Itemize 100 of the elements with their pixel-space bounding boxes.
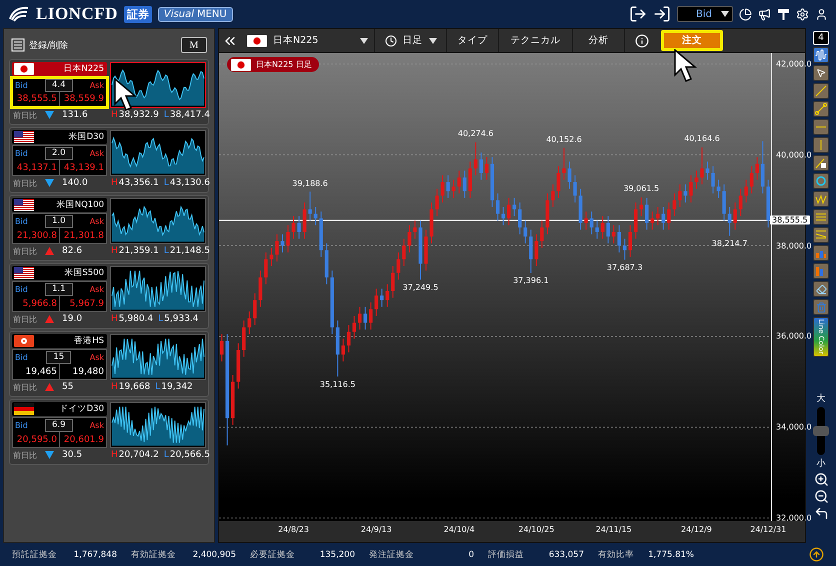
axis-label: 24/10/25 xyxy=(518,525,554,534)
bid-price[interactable]: 5,966.8 xyxy=(13,298,59,309)
candlestick xyxy=(270,247,274,267)
quote-panel[interactable]: Bid 1.0 Ask 21,300.8 21,301.8 xyxy=(12,213,107,244)
instrument-card[interactable]: 日本N225 Bid 4.4 Ask 38,555.5 38,559.9 前日比 131.6 H 38,932.9 L38,417.4 xyxy=(9,59,209,125)
fan-lines-icon[interactable] xyxy=(813,227,829,243)
candlestick xyxy=(264,252,268,285)
instrument-card[interactable]: ドイツD30 Bid 6.9 Ask 20,595.0 20,601.9 前日比 30.5 H 20,704.2 L20,566.5 xyxy=(9,399,209,465)
high-label: H xyxy=(111,110,118,120)
zoom-small-label: 小 xyxy=(816,458,826,470)
zoom-large-label: 大 xyxy=(816,392,826,405)
bid-price[interactable]: 21,300.8 xyxy=(13,230,59,241)
toolbar-button[interactable]: テクニカル xyxy=(499,29,573,52)
waveform-icon[interactable] xyxy=(813,47,829,63)
quote-panel[interactable]: Bid 1.1 Ask 5,966.8 5,967.9 xyxy=(12,281,107,312)
instrument-name: 香港HS xyxy=(74,335,104,347)
candlestick xyxy=(744,179,748,203)
high-label: H xyxy=(111,246,118,256)
megaphone-icon[interactable] xyxy=(758,8,771,20)
list-icon xyxy=(11,38,25,52)
price-annotation: 40,274.6 xyxy=(458,129,494,138)
info-icon[interactable] xyxy=(635,34,649,48)
quote-panel[interactable]: Bid 15 Ask 19,465 19,480 xyxy=(12,349,107,380)
bid-price[interactable]: 38,555.5 xyxy=(13,94,59,104)
toolbar-button[interactable]: 分析 xyxy=(573,29,625,52)
bar-chart-icon[interactable] xyxy=(813,245,829,261)
ask-price[interactable]: 20,601.9 xyxy=(60,434,106,445)
ask-price[interactable]: 43,139.1 xyxy=(60,162,106,173)
candlestick xyxy=(275,234,279,262)
candlestick xyxy=(529,229,533,274)
quote-panel[interactable]: Bid 2.0 Ask 43,137.1 43,139.1 xyxy=(12,145,107,176)
instrument-card[interactable]: 香港HS Bid 15 Ask 19,465 19,480 前日比 55 H 19,668 L19,342 xyxy=(9,331,209,397)
instrument-card[interactable]: 米国D30 Bid 2.0 Ask 43,137.1 43,139.1 前日比 140.0 H 43,356.1 L43,130.6 xyxy=(9,127,209,193)
user-icon[interactable] xyxy=(815,8,828,20)
logout-icon[interactable] xyxy=(629,5,647,23)
diagonal-line-icon[interactable] xyxy=(813,83,829,99)
brand-tag: 証券 xyxy=(124,6,152,22)
candlestick xyxy=(253,292,257,326)
zoom-out-icon[interactable] xyxy=(814,489,828,504)
instrument-card[interactable]: 米国S500 Bid 1.1 Ask 5,966.8 5,967.9 前日比 19.0 H 5,980.4 L5,933.4 xyxy=(9,263,209,329)
candlestick xyxy=(324,242,328,285)
change-value: 131.6 xyxy=(62,110,88,120)
instrument-card[interactable]: 米国NQ100 Bid 1.0 Ask 21,300.8 21,301.8 前日比 82.6 H 21,359.1 L21,148.5 xyxy=(9,195,209,261)
horizontal-lines-icon[interactable] xyxy=(813,209,829,225)
bid-label: Bid xyxy=(15,420,28,430)
timeframe-dropdown[interactable]: 日足 xyxy=(375,29,447,52)
spread-value: 1.1 xyxy=(44,282,73,296)
candlestick xyxy=(396,252,400,280)
high-value: 38,932.9 xyxy=(118,110,159,120)
layout-count[interactable]: 4 xyxy=(813,31,829,45)
bid-price[interactable]: 43,137.1 xyxy=(13,162,59,173)
line-segment-icon[interactable] xyxy=(813,101,829,117)
display-mode-button[interactable]: M xyxy=(181,37,207,53)
instrument-name: 米国D30 xyxy=(68,131,104,143)
toolbar-button[interactable]: タイプ xyxy=(447,29,499,52)
candlestick xyxy=(391,266,395,298)
high-value: 19,668 xyxy=(118,382,150,392)
slider-thumb[interactable] xyxy=(813,426,829,436)
bar-chart-icon[interactable] xyxy=(813,263,829,279)
visual-menu-button[interactable]: Visual MENU xyxy=(158,6,233,22)
quote-panel[interactable]: Bid 4.4 Ask 38,555.5 38,559.9 xyxy=(10,76,109,108)
pointer-cursor-icon xyxy=(114,78,140,112)
bid-label: Bid xyxy=(15,352,28,362)
change-label: 前日比 xyxy=(13,382,37,393)
wave-icon[interactable] xyxy=(813,191,829,207)
undo-icon[interactable] xyxy=(814,506,828,521)
zoom-in-icon[interactable] xyxy=(814,472,828,487)
price-type-select[interactable]: Bid xyxy=(677,6,733,22)
login-icon[interactable] xyxy=(653,5,671,23)
scroll-up-icon[interactable] xyxy=(809,547,824,562)
ask-price[interactable]: 5,967.9 xyxy=(60,298,106,309)
change-label: 前日比 xyxy=(13,450,37,461)
axis-label: 24/10/4 xyxy=(444,525,475,534)
quote-panel[interactable]: Bid 6.9 Ask 20,595.0 20,601.9 xyxy=(12,417,107,448)
ask-price[interactable]: 21,301.8 xyxy=(60,230,106,241)
candlestick xyxy=(667,202,671,230)
candlestick xyxy=(408,224,412,253)
ask-price[interactable]: 38,559.9 xyxy=(60,94,106,104)
candlestick xyxy=(584,211,588,230)
eraser-icon[interactable] xyxy=(813,281,829,297)
status-label: 評価損益 xyxy=(488,548,524,560)
bid-label: Bid xyxy=(15,284,28,294)
candlestick xyxy=(308,191,312,222)
ask-price[interactable]: 19,480 xyxy=(60,366,106,377)
candlestick xyxy=(546,192,550,235)
candlestick xyxy=(479,152,483,180)
settings-icon[interactable] xyxy=(796,8,809,20)
pie-chart-icon[interactable] xyxy=(739,8,752,20)
price-annotation: 40,152.6 xyxy=(546,134,582,144)
low-label: L xyxy=(164,450,169,460)
candlestick xyxy=(672,192,676,217)
status-value: 1,767,848 xyxy=(72,550,117,560)
cursor-icon[interactable] xyxy=(813,65,829,81)
bid-price[interactable]: 20,595.0 xyxy=(13,434,59,445)
price-annotation: 40,164.6 xyxy=(684,134,720,144)
candlestick xyxy=(722,184,726,222)
edit-list-button[interactable]: 登録/削除 xyxy=(11,38,68,52)
low-label: L xyxy=(164,178,169,188)
symbol-dropdown[interactable]: 日本N225 xyxy=(241,29,375,52)
bid-price[interactable]: 19,465 xyxy=(13,366,59,377)
